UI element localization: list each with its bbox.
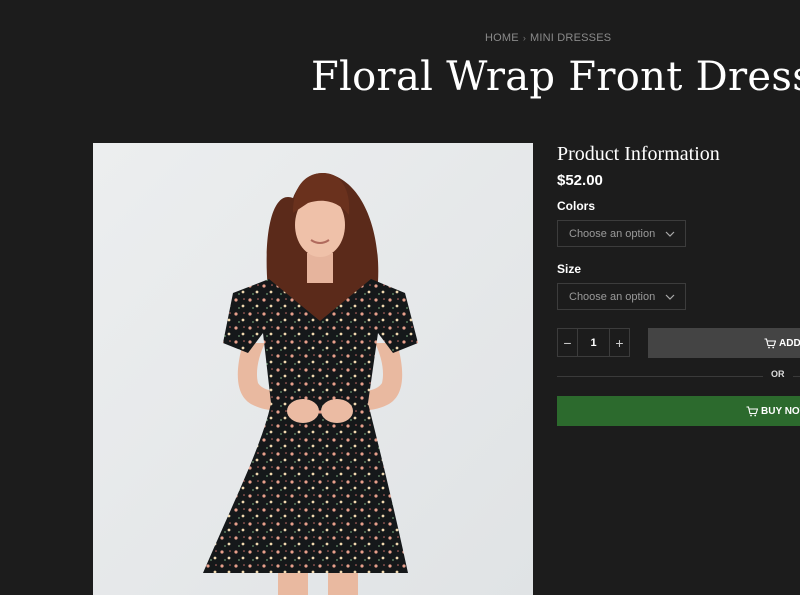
model-photo [93, 143, 533, 595]
chevron-down-icon [665, 292, 675, 304]
add-to-cart-button[interactable]: ADD TO CART [648, 328, 800, 358]
quantity-stepper: − 1 + [557, 328, 630, 357]
breadcrumb: HOME › MINI DRESSES [485, 32, 611, 44]
size-select[interactable]: Choose an option [557, 283, 686, 310]
breadcrumb-home[interactable]: HOME [485, 32, 519, 44]
colors-select[interactable]: Choose an option [557, 220, 686, 247]
product-image[interactable] [93, 143, 533, 595]
quantity-input[interactable]: 1 [578, 329, 609, 356]
product-title: Floral Wrap Front Dress [311, 54, 800, 100]
colors-select-value: Choose an option [569, 227, 656, 240]
product-info: Product Information $52.00 Colors Choose… [557, 143, 800, 426]
cart-icon [746, 405, 758, 416]
breadcrumb-mini-dresses[interactable]: MINI DRESSES [530, 32, 611, 44]
add-to-cart-label: ADD TO CART [779, 337, 800, 349]
buy-now-label: BUY NOW [761, 405, 800, 417]
breadcrumb-separator: › [522, 33, 527, 43]
quantity-increase-button[interactable]: + [609, 329, 629, 356]
or-text: OR [771, 369, 785, 379]
size-label: Size [557, 262, 582, 276]
product-info-heading: Product Information [557, 143, 720, 165]
size-select-value: Choose an option [569, 290, 656, 303]
buy-now-button[interactable]: BUY NOW [557, 396, 800, 426]
or-divider: OR [557, 369, 800, 383]
quantity-decrease-button[interactable]: − [558, 329, 578, 356]
product-price: $52.00 [557, 172, 603, 189]
colors-label: Colors [557, 199, 596, 213]
product-page: HOME › MINI DRESSES Floral Wrap Front Dr… [0, 0, 800, 595]
cart-icon [764, 337, 776, 348]
chevron-down-icon [665, 229, 675, 241]
